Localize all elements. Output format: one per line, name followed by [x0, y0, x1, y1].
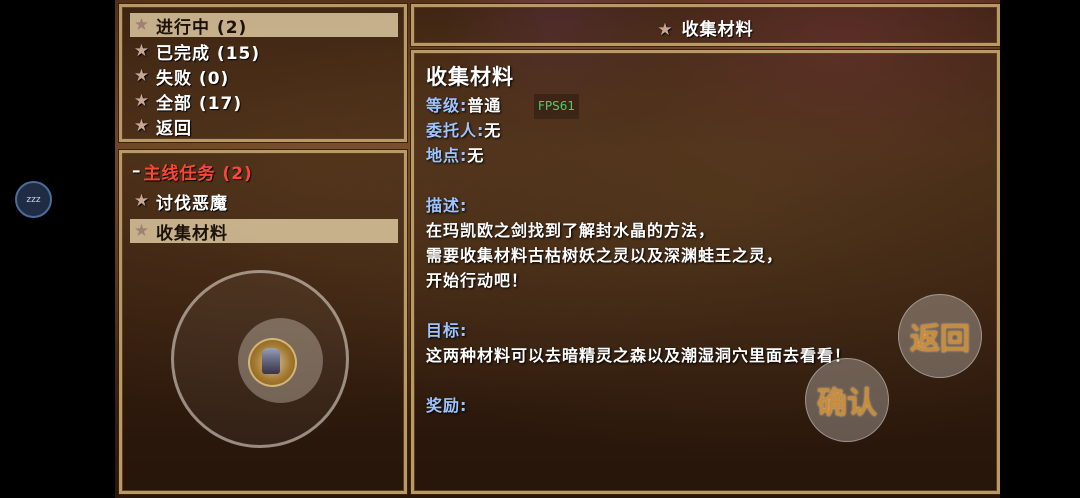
status-item-label: 全部 (17) [156, 93, 243, 114]
status-item-back[interactable]: ★ 返回 [132, 114, 192, 139]
virtual-joystick-knob[interactable] [248, 338, 297, 387]
star-icon: ★ [133, 116, 151, 136]
quest-item-label: 讨伐恶魔 [156, 193, 228, 214]
quest-level-line: 等级:普通 [426, 93, 987, 118]
back-button[interactable]: 返回 [898, 294, 982, 378]
quest-item-slay-demon[interactable]: ★ 讨伐恶魔 [132, 189, 228, 214]
quest-item-collect-materials[interactable]: ★ 收集材料 [130, 219, 398, 244]
status-item-all[interactable]: ★ 全部 (17) [132, 89, 243, 114]
game-screen: ★ 进行中 (2) ★ 已完成 (15) ★ 失败 (0) ★ 全部 (17) … [115, 0, 1000, 498]
status-item-label: 已完成 (15) [156, 43, 261, 64]
status-item-label: 失败 (0) [156, 68, 230, 89]
quest-category-main[interactable]: – 主线任务 (2) [132, 159, 253, 184]
detail-header-panel: ★ 收集材料 [411, 4, 1000, 46]
quest-location-line: 地点:无 [426, 143, 987, 168]
quest-title: 收集材料 [426, 65, 514, 89]
star-icon: ★ [133, 41, 151, 61]
status-item-failed[interactable]: ★ 失败 (0) [132, 64, 230, 89]
player-character-icon [262, 348, 280, 374]
floating-assistive-button[interactable]: zzz [15, 181, 52, 218]
detail-header-title: ★ 收集材料 [414, 15, 997, 40]
status-item-in-progress[interactable]: ★ 进行中 (2) [130, 13, 398, 38]
fps-counter: FPS61 [534, 94, 580, 119]
location-label: 地点: [426, 146, 468, 165]
reward-label: 奖励: [426, 396, 468, 415]
quest-item-label: 收集材料 [156, 223, 228, 244]
floating-button-label: zzz [26, 194, 41, 205]
star-icon: ★ [133, 15, 151, 35]
description-label: 描述: [426, 196, 468, 215]
location-value: 无 [467, 146, 485, 165]
star-icon: ★ [133, 221, 151, 241]
star-icon: ★ [657, 20, 674, 40]
confirm-button[interactable]: 确认 [805, 358, 889, 442]
description-line: 需要收集材料古枯树妖之灵以及深渊蛙王之灵， [426, 246, 784, 265]
level-label: 等级: [426, 96, 468, 115]
header-title-text: 收集材料 [681, 20, 754, 40]
quest-detail-panel: 收集材料 FPS61 等级:普通 委托人:无 地点:无 描述: 在玛凯欧之剑找到… [411, 50, 1000, 494]
collapse-dash-icon: – [132, 161, 142, 181]
client-label: 委托人: [426, 121, 485, 140]
status-item-label: 返回 [156, 118, 192, 139]
star-icon: ★ [133, 91, 151, 111]
description-line: 在玛凯欧之剑找到了解封水晶的方法， [426, 221, 716, 240]
status-menu-panel: ★ 进行中 (2) ★ 已完成 (15) ★ 失败 (0) ★ 全部 (17) … [119, 4, 407, 142]
quest-category-label: 主线任务 (2) [143, 163, 253, 184]
level-value: 普通 [467, 96, 502, 115]
quest-client-line: 委托人:无 [426, 118, 987, 143]
star-icon: ★ [133, 66, 151, 86]
status-item-label: 进行中 (2) [156, 17, 248, 38]
description-line: 开始行动吧！ [426, 271, 529, 290]
status-item-completed[interactable]: ★ 已完成 (15) [132, 39, 261, 64]
client-value: 无 [484, 121, 502, 140]
star-icon: ★ [133, 191, 151, 211]
